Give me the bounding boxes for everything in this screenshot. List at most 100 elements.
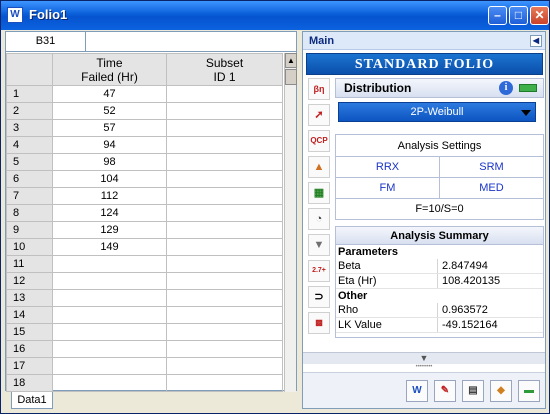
time-failed-cell[interactable]	[52, 272, 167, 290]
column-header-time-failed[interactable]: Time Failed (Hr)	[52, 53, 167, 86]
row-header[interactable]: 11	[6, 255, 53, 273]
minimize-button[interactable]: –	[488, 6, 507, 25]
subset-id-cell[interactable]	[166, 238, 283, 256]
row-header[interactable]: 16	[6, 340, 53, 358]
subset-id-cell[interactable]	[166, 289, 283, 307]
time-failed-cell[interactable]	[52, 323, 167, 341]
filter-icon[interactable]: ▼	[308, 234, 330, 256]
analysis-summary-title: Analysis Summary	[336, 227, 543, 245]
subset-id-cell[interactable]	[166, 170, 283, 188]
vertical-scrollbar[interactable]: ▲	[284, 53, 297, 392]
row-header[interactable]: 8	[6, 204, 53, 222]
scroll-up-icon[interactable]: ▲	[285, 53, 297, 68]
row-header[interactable]: 13	[6, 289, 53, 307]
sheet-tabs: Data1	[5, 392, 297, 410]
row-header[interactable]: 17	[6, 357, 53, 375]
subset-id-cell[interactable]	[166, 136, 283, 154]
name-box[interactable]: B31	[6, 32, 86, 52]
column-header-subset[interactable]: Subset ID 1	[166, 53, 283, 86]
row-header[interactable]: 6	[6, 170, 53, 188]
fm-option[interactable]: FM	[336, 178, 440, 198]
row-header[interactable]: 12	[6, 272, 53, 290]
subset-id-cell[interactable]	[166, 306, 283, 324]
srm-option[interactable]: SRM	[440, 157, 543, 177]
panel-header-label: Main	[309, 35, 335, 47]
row-header[interactable]: 15	[6, 323, 53, 341]
time-failed-cell[interactable]: 124	[52, 204, 167, 222]
row-header[interactable]: 1	[6, 85, 53, 103]
subset-id-cell[interactable]	[166, 85, 283, 103]
row-header[interactable]: 4	[6, 136, 53, 154]
collapse-icon[interactable]: ◀	[530, 35, 542, 47]
transfer-icon[interactable]: ⊃	[308, 286, 330, 308]
time-failed-cell[interactable]: 47	[52, 85, 167, 103]
row-header[interactable]: 7	[6, 187, 53, 205]
probability-plot-icon[interactable]: ➚	[308, 104, 330, 126]
subset-id-cell[interactable]	[166, 102, 283, 120]
mixed-data-icon[interactable]: ▦	[308, 182, 330, 204]
word-export-icon[interactable]: W	[406, 380, 428, 402]
expand-panel-icon[interactable]: ▼	[303, 352, 545, 364]
quick-calculation-pad-icon[interactable]: QCP	[308, 130, 330, 152]
time-failed-cell[interactable]: 129	[52, 221, 167, 239]
row-header[interactable]: 2	[6, 102, 53, 120]
time-failed-cell[interactable]: 104	[52, 170, 167, 188]
time-failed-cell[interactable]	[52, 255, 167, 273]
splitter-grip[interactable]: ••••••••	[303, 364, 545, 370]
calculate-icon[interactable]: ▬	[518, 380, 540, 402]
subset-id-cell[interactable]	[166, 272, 283, 290]
time-failed-cell[interactable]: 149	[52, 238, 167, 256]
transfer-diamond-icon[interactable]: ◆	[490, 380, 512, 402]
subset-id-cell[interactable]	[166, 374, 283, 392]
row-header[interactable]: 18	[6, 374, 53, 392]
time-failed-cell[interactable]: 57	[52, 119, 167, 137]
worksheet-icon[interactable]: ▤	[462, 380, 484, 402]
subset-id-cell[interactable]	[166, 119, 283, 137]
other-section: Other	[338, 290, 368, 302]
close-button[interactable]: ✕	[530, 6, 549, 25]
subset-id-cell[interactable]	[166, 204, 283, 222]
formula-bar[interactable]	[86, 32, 296, 52]
time-failed-cell[interactable]	[52, 357, 167, 375]
table-row: 5 98	[6, 153, 283, 171]
batch-calculation-icon[interactable]: 2.7+	[308, 260, 330, 282]
plot-icon[interactable]: ▲	[308, 156, 330, 178]
row-header[interactable]: 3	[6, 119, 53, 137]
maximize-button[interactable]: □	[509, 6, 528, 25]
row-header[interactable]: 10	[6, 238, 53, 256]
tab-data1[interactable]: Data1	[11, 392, 53, 409]
title-bar[interactable]: W Folio1 – □ ✕	[1, 1, 549, 30]
analysis-summary: Analysis Summary Parameters Beta 2.84749…	[335, 226, 544, 338]
time-failed-cell[interactable]: 94	[52, 136, 167, 154]
time-failed-cell[interactable]	[52, 306, 167, 324]
report-icon[interactable]: ▩	[308, 312, 330, 334]
scroll-thumb[interactable]	[285, 69, 297, 85]
subset-id-cell[interactable]	[166, 255, 283, 273]
rrx-option[interactable]: RRX	[336, 157, 440, 177]
subset-id-cell[interactable]	[166, 357, 283, 375]
time-failed-cell[interactable]: 52	[52, 102, 167, 120]
row-header[interactable]: 9	[6, 221, 53, 239]
subset-id-cell[interactable]	[166, 221, 283, 239]
parameters-icon[interactable]: βη	[308, 78, 330, 100]
time-failed-cell[interactable]: 98	[52, 153, 167, 171]
med-option[interactable]: MED	[440, 178, 543, 198]
gauge-icon[interactable]: ◔	[308, 208, 330, 230]
row-header[interactable]: 5	[6, 153, 53, 171]
time-failed-cell[interactable]	[52, 289, 167, 307]
select-all-corner[interactable]	[6, 53, 53, 86]
time-failed-cell[interactable]: 112	[52, 187, 167, 205]
pdf-report-icon[interactable]: ✎	[434, 380, 456, 402]
window-title: Folio1	[29, 7, 68, 22]
subset-id-cell[interactable]	[166, 340, 283, 358]
subset-id-cell[interactable]	[166, 323, 283, 341]
time-failed-cell[interactable]	[52, 340, 167, 358]
standard-folio-banner: Standard Folio	[306, 53, 543, 75]
subset-id-cell[interactable]	[166, 153, 283, 171]
distribution-select[interactable]: 2P-Weibull	[338, 102, 536, 122]
row-header[interactable]: 14	[6, 306, 53, 324]
info-icon[interactable]: i	[499, 81, 513, 95]
time-failed-cell[interactable]	[52, 374, 167, 392]
summary-row: LK Value -49.152164	[336, 318, 543, 333]
subset-id-cell[interactable]	[166, 187, 283, 205]
